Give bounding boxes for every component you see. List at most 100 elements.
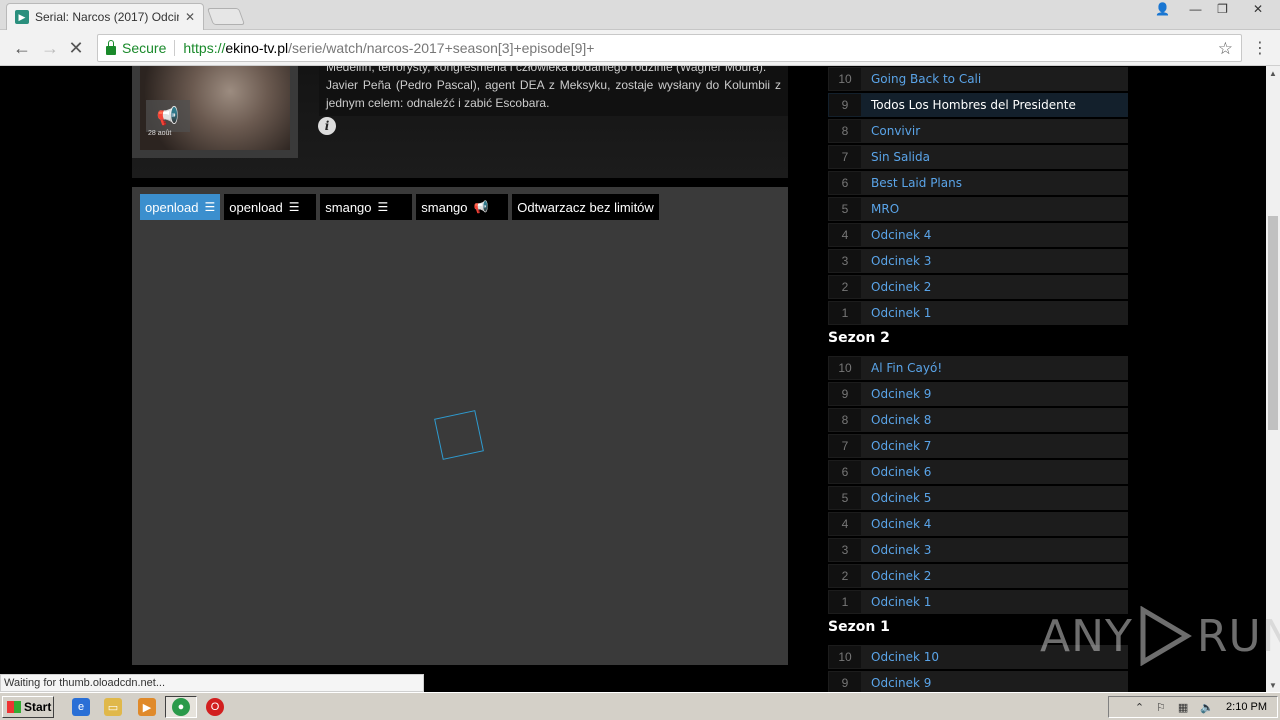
source-tab-openload-2[interactable]: openload ☰ bbox=[224, 194, 317, 220]
episode-number: 7 bbox=[829, 435, 861, 457]
episode-title: Going Back to Cali bbox=[871, 72, 982, 86]
bookmark-star-icon[interactable]: ☆ bbox=[1218, 39, 1233, 59]
episode-item[interactable]: 6 Odcinek 6 bbox=[828, 460, 1128, 484]
episode-number: 3 bbox=[829, 539, 861, 561]
info-icon[interactable]: i bbox=[318, 117, 336, 135]
network-icon[interactable]: ▦ bbox=[1178, 701, 1188, 714]
restore-button[interactable]: ❐ bbox=[1209, 0, 1236, 18]
tray-expand-icon[interactable]: ⌃ bbox=[1135, 701, 1144, 714]
episode-title: Odcinek 6 bbox=[871, 465, 932, 479]
episode-number: 5 bbox=[829, 487, 861, 509]
web-page: 📢 28 août Medellín, terrorysty, kongresm… bbox=[0, 66, 1266, 692]
episode-number: 2 bbox=[829, 276, 861, 298]
megaphone-icon: 📢 bbox=[146, 100, 190, 132]
episode-number: 9 bbox=[829, 94, 861, 116]
start-button[interactable]: Start bbox=[2, 696, 54, 718]
episode-item[interactable]: 7 Odcinek 7 bbox=[828, 434, 1128, 458]
episode-title: Odcinek 3 bbox=[871, 543, 932, 557]
windows-logo-icon bbox=[7, 701, 21, 713]
back-arrow-icon[interactable]: ← bbox=[10, 36, 34, 60]
address-bar[interactable]: Secure https:// ekino-tv.pl /serie/watch… bbox=[97, 34, 1242, 62]
minimize-button[interactable]: — bbox=[1182, 0, 1209, 18]
forward-arrow-icon[interactable]: → bbox=[38, 36, 62, 60]
episode-item-current[interactable]: 9 Todos Los Hombres del Presidente bbox=[828, 93, 1128, 117]
episode-number: 1 bbox=[829, 302, 861, 324]
episode-item[interactable]: 2 Odcinek 2 bbox=[828, 564, 1128, 588]
scroll-down-arrow-icon[interactable]: ▼ bbox=[1266, 678, 1280, 692]
internet-explorer-icon[interactable]: e bbox=[72, 698, 90, 716]
episode-number: 1 bbox=[829, 591, 861, 613]
episode-title: Odcinek 1 bbox=[871, 306, 932, 320]
browser-menu-icon[interactable]: ⋮ bbox=[1252, 38, 1268, 58]
episode-title: Odcinek 9 bbox=[871, 387, 932, 401]
url-path: /serie/watch/narcos-2017+season[3]+episo… bbox=[288, 40, 595, 56]
season-heading: Sezon 2 bbox=[828, 330, 890, 346]
episode-number: 9 bbox=[829, 672, 861, 692]
episode-item[interactable]: 4 Odcinek 4 bbox=[828, 223, 1128, 247]
episode-item[interactable]: 8 Convivir bbox=[828, 119, 1128, 143]
episode-title: Odcinek 4 bbox=[871, 517, 932, 531]
flag-icon[interactable]: ⚐ bbox=[1156, 701, 1166, 714]
new-tab-button[interactable] bbox=[206, 8, 246, 25]
stop-loading-icon[interactable]: ✕ bbox=[64, 36, 88, 60]
windows-taskbar: Start e ▭ ▶ ● O ⌃ ⚐ ▦ 🔈 2:10 PM bbox=[0, 692, 1280, 720]
start-label: Start bbox=[24, 700, 52, 714]
watermark-left-text: ANY bbox=[1040, 610, 1133, 662]
episode-item[interactable]: 3 Odcinek 3 bbox=[828, 249, 1128, 273]
bars-icon: ☰ bbox=[288, 200, 300, 214]
episode-item[interactable]: 3 Odcinek 3 bbox=[828, 538, 1128, 562]
source-tab-unlimited-player[interactable]: Odtwarzacz bez limitów bbox=[512, 194, 659, 220]
episode-title: Odcinek 7 bbox=[871, 439, 932, 453]
window-controls: 👤 — ❐ ✕ bbox=[1149, 0, 1280, 20]
source-label: openload bbox=[145, 199, 199, 215]
episode-title: Odcinek 2 bbox=[871, 569, 932, 583]
episode-number: 9 bbox=[829, 383, 861, 405]
episode-item[interactable]: 5 Odcinek 5 bbox=[828, 486, 1128, 510]
opera-icon[interactable]: O bbox=[206, 698, 224, 716]
episode-item[interactable]: 10 Going Back to Cali bbox=[828, 67, 1128, 91]
source-tab-smango-2[interactable]: smango 📢 bbox=[416, 194, 509, 220]
chrome-icon: ● bbox=[172, 698, 190, 716]
episode-number: 10 bbox=[829, 357, 861, 379]
episode-title: Odcinek 5 bbox=[871, 491, 932, 505]
synopsis-text: Medellín, terrorysty, kongresmena i czło… bbox=[319, 66, 788, 116]
episode-item[interactable]: 2 Odcinek 2 bbox=[828, 275, 1128, 299]
url-scheme: https:// bbox=[183, 40, 226, 56]
video-player[interactable]: openload ☰ openload ☰ smango ☰ smango 📢 … bbox=[132, 187, 788, 665]
episode-item[interactable]: 7 Sin Salida bbox=[828, 145, 1128, 169]
volume-icon[interactable]: 🔈 bbox=[1200, 701, 1214, 714]
scrollbar-thumb[interactable] bbox=[1268, 216, 1278, 430]
episode-item[interactable]: 4 Odcinek 4 bbox=[828, 512, 1128, 536]
episode-item[interactable]: 9 Odcinek 9 bbox=[828, 671, 1128, 692]
watermark-right-text: RUN bbox=[1196, 610, 1280, 662]
episode-title: Odcinek 8 bbox=[871, 413, 932, 427]
episode-title: Odcinek 1 bbox=[871, 595, 932, 609]
page-scrollbar[interactable]: ▲ ▼ bbox=[1266, 66, 1280, 692]
episode-title: Odcinek 2 bbox=[871, 280, 932, 294]
scroll-up-arrow-icon[interactable]: ▲ bbox=[1266, 66, 1280, 80]
close-window-button[interactable]: ✕ bbox=[1236, 0, 1280, 18]
episode-item[interactable]: 10 Al Fin Cayó! bbox=[828, 356, 1128, 380]
folder-icon[interactable]: ▭ bbox=[104, 698, 122, 716]
episode-title: Sin Salida bbox=[871, 150, 930, 164]
browser-tab[interactable]: ▶ Serial: Narcos (2017) Odcinek ✕ bbox=[6, 3, 204, 30]
media-player-icon[interactable]: ▶ bbox=[138, 698, 156, 716]
source-tab-smango-1[interactable]: smango ☰ bbox=[320, 194, 413, 220]
episode-title: MRO bbox=[871, 202, 900, 216]
episode-number: 10 bbox=[829, 646, 861, 668]
episode-item[interactable]: 6 Best Laid Plans bbox=[828, 171, 1128, 195]
episode-title: Odcinek 9 bbox=[871, 676, 932, 690]
episode-number: 2 bbox=[829, 565, 861, 587]
source-tab-openload-1[interactable]: openload ☰ bbox=[140, 194, 221, 220]
episode-item[interactable]: 5 MRO bbox=[828, 197, 1128, 221]
episode-item[interactable]: 8 Odcinek 8 bbox=[828, 408, 1128, 432]
browser-toolbar: ← → ✕ Secure https:// ekino-tv.pl /serie… bbox=[0, 30, 1280, 66]
episode-number: 5 bbox=[829, 198, 861, 220]
close-tab-icon[interactable]: ✕ bbox=[185, 10, 195, 24]
user-profile-icon[interactable]: 👤 bbox=[1149, 0, 1176, 18]
synopsis-line-1: Medellín, terrorysty, kongresmena i czło… bbox=[326, 66, 767, 74]
source-label: openload bbox=[229, 199, 283, 215]
episode-item[interactable]: 9 Odcinek 9 bbox=[828, 382, 1128, 406]
episode-number: 7 bbox=[829, 146, 861, 168]
episode-item[interactable]: 1 Odcinek 1 bbox=[828, 301, 1128, 325]
